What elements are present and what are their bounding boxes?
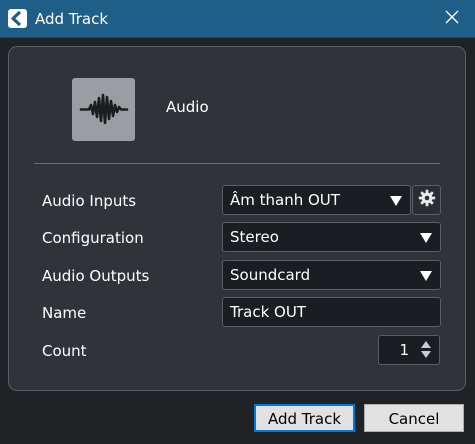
count-label: Count — [42, 342, 87, 360]
audio-outputs-value: Soundcard — [230, 266, 311, 284]
name-input[interactable]: Track OUT — [222, 297, 441, 327]
track-type-label: Audio — [166, 98, 209, 116]
decrement-arrow-icon[interactable] — [421, 351, 431, 358]
name-value: Track OUT — [230, 303, 306, 321]
configuration-dropdown[interactable]: Stereo — [222, 222, 441, 252]
increment-arrow-icon[interactable] — [421, 341, 431, 348]
close-button[interactable] — [440, 6, 464, 30]
cancel-button[interactable]: Cancel — [364, 404, 464, 432]
window-title: Add Track — [35, 10, 109, 28]
count-value: 1 — [399, 341, 409, 359]
divider — [34, 163, 440, 164]
chevron-down-icon — [420, 233, 432, 243]
audio-waveform-icon — [72, 93, 135, 145]
configuration-value: Stereo — [230, 228, 279, 246]
track-type-audio-tile[interactable] — [72, 78, 135, 141]
audio-inputs-value: Âm thanh OUT — [230, 191, 340, 209]
close-icon — [445, 9, 459, 28]
chevron-down-icon — [390, 196, 402, 206]
audio-outputs-dropdown[interactable]: Soundcard — [222, 260, 441, 290]
gear-icon — [418, 189, 436, 211]
audio-inputs-label: Audio Inputs — [42, 192, 137, 210]
audio-outputs-label: Audio Outputs — [42, 267, 150, 285]
count-stepper[interactable]: 1 — [378, 335, 440, 365]
title-bar: Add Track — [0, 0, 475, 38]
name-label: Name — [42, 304, 87, 322]
configuration-label: Configuration — [42, 229, 144, 247]
audio-inputs-settings-button[interactable] — [412, 185, 441, 215]
cubase-logo-icon — [8, 9, 27, 28]
chevron-down-icon — [420, 271, 432, 281]
add-track-button[interactable]: Add Track — [254, 404, 355, 432]
audio-inputs-dropdown[interactable]: Âm thanh OUT — [222, 185, 411, 215]
